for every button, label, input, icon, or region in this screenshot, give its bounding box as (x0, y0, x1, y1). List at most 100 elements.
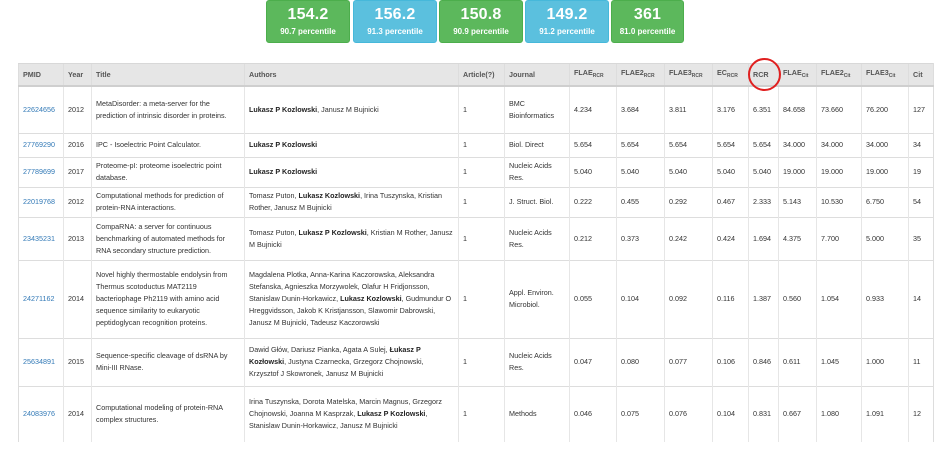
col-header-flae2-rcr[interactable]: FLAE2RCR (616, 63, 665, 87)
flae2-cit-cell: 1.045 (816, 337, 862, 386)
col-header-pmid[interactable]: PMID (18, 63, 64, 87)
flae3-cit-cell: 1.091 (861, 385, 909, 442)
col-header-year[interactable]: Year (63, 63, 92, 87)
col-header-flae-cit[interactable]: FLAECit (778, 63, 817, 87)
cit-cell: 127 (908, 85, 934, 133)
flae-rcr-cell: 0.222 (569, 186, 617, 217)
flae2-cit-cell: 1.080 (816, 385, 862, 442)
flae-cit-cell: 5.143 (778, 186, 817, 217)
flae-cit-cell: 0.560 (778, 259, 817, 338)
ec-rcr-cell: 0.106 (712, 337, 749, 386)
year-cell: 2015 (63, 337, 92, 386)
col-header-ec-rcr[interactable]: ECRCR (712, 63, 749, 87)
pmid-cell: 22624656 (18, 85, 64, 133)
stat-percentile: 81.0 percentile (619, 27, 676, 36)
flae2-rcr-cell: 5.654 (616, 132, 665, 157)
ec-rcr-cell: 0.424 (712, 216, 749, 260)
flae3-rcr-cell: 5.040 (664, 156, 713, 187)
flae2-cit-cell: 1.054 (816, 259, 862, 338)
author-text: Dawid Głów, Dariusz Pianka, Agata A Sule… (249, 345, 390, 354)
flae-cit-cell: 19.000 (778, 156, 817, 187)
col-header-journal[interactable]: Journal (504, 63, 570, 87)
flae3-cit-cell: 5.000 (861, 216, 909, 260)
pmid-link[interactable]: 27769290 (23, 140, 55, 149)
table-row: 24083976 2014 Computational modeling of pr… (18, 385, 934, 442)
ec-rcr-cell: 5.040 (712, 156, 749, 187)
flae3-cit-cell: 6.750 (861, 186, 909, 217)
rcr-cell: 1.387 (748, 259, 779, 338)
highlighted-author: Lukasz Kozlowski (340, 294, 402, 303)
journal-cell: Nucleic Acids Res. (504, 216, 570, 260)
flae2-cit-cell: 73.660 (816, 85, 862, 133)
col-header-flae3-cit[interactable]: FLAE3Cit (861, 63, 909, 87)
flae3-rcr-cell: 0.092 (664, 259, 713, 338)
pmid-cell: 27769290 (18, 132, 64, 157)
pmid-link[interactable]: 24083976 (23, 409, 55, 418)
ec-rcr-cell: 0.467 (712, 186, 749, 217)
article-cell: 1 (458, 132, 505, 157)
pmid-link[interactable]: 23435231 (23, 234, 55, 243)
authors-cell: Lukasz P Kozlowski (244, 156, 459, 187)
authors-cell: Lukasz P Kozlowski, Janusz M Bujnicki (244, 85, 459, 133)
rcr-cell: 6.351 (748, 85, 779, 133)
article-cell: 1 (458, 385, 505, 442)
ec-rcr-cell: 0.104 (712, 385, 749, 442)
flae-cit-cell: 4.375 (778, 216, 817, 260)
pmid-cell: 24083976 (18, 385, 64, 442)
table-row: 22019768 2012 Computational methods for pr… (18, 186, 934, 217)
col-header-title[interactable]: Title (91, 63, 245, 87)
publications-table: PMID Year Title Authors Article(?) Journ… (18, 63, 934, 442)
rcr-cell: 5.654 (748, 132, 779, 157)
year-cell: 2012 (63, 186, 92, 217)
rcr-highlight-circle (748, 58, 781, 91)
title-cell: MetaDisorder: a meta-server for the pred… (91, 85, 245, 133)
flae-rcr-cell: 4.234 (569, 85, 617, 133)
table-row: 27789699 2017 Proteome-pI: proteome isoele… (18, 156, 934, 187)
pmid-link[interactable]: 27789699 (23, 167, 55, 176)
ec-rcr-cell: 3.176 (712, 85, 749, 133)
flae2-rcr-cell: 0.080 (616, 337, 665, 386)
cit-cell: 11 (908, 337, 934, 386)
stat-box-4: 149.2 91.2 percentile (525, 0, 609, 43)
table-row: 22624656 2012 MetaDisorder: a meta-server … (18, 85, 934, 133)
col-header-authors[interactable]: Authors (244, 63, 459, 87)
col-header-flae-rcr[interactable]: FLAERCR (569, 63, 617, 87)
year-cell: 2012 (63, 85, 92, 133)
highlighted-author: Lukasz P Kozlowski (249, 167, 318, 176)
article-cell: 1 (458, 186, 505, 217)
pmid-cell: 25634891 (18, 337, 64, 386)
article-cell: 1 (458, 259, 505, 338)
flae3-rcr-cell: 0.242 (664, 216, 713, 260)
flae2-rcr-cell: 5.040 (616, 156, 665, 187)
cit-cell: 54 (908, 186, 934, 217)
highlighted-author: Lukasz Kozlowski (298, 191, 361, 200)
journal-cell: Nucleic Acids Res. (504, 156, 570, 187)
title-cell: Sequence-specific cleavage of dsRNA by M… (91, 337, 245, 386)
year-cell: 2016 (63, 132, 92, 157)
pmid-link[interactable]: 22624656 (23, 105, 55, 114)
stat-box-1: 154.2 90.7 percentile (266, 0, 350, 43)
rcr-cell: 0.831 (748, 385, 779, 442)
pmid-link[interactable]: 24271162 (23, 294, 54, 303)
flae-cit-cell: 0.667 (778, 385, 817, 442)
stat-value: 361 (633, 6, 662, 23)
stat-box-3: 150.8 90.9 percentile (439, 0, 523, 43)
col-header-flae2-cit[interactable]: FLAE2Cit (816, 63, 862, 87)
stat-percentile: 90.7 percentile (280, 27, 336, 36)
flae2-cit-cell: 7.700 (816, 216, 862, 260)
col-header-cit[interactable]: Cit (908, 63, 934, 87)
pmid-link[interactable]: 22019768 (23, 197, 55, 206)
pmid-link[interactable]: 25634891 (23, 357, 55, 366)
rcr-cell: 5.040 (748, 156, 779, 187)
pmid-cell: 24271162 (18, 259, 64, 338)
flae-rcr-cell: 5.654 (569, 132, 617, 157)
authors-cell: Magdalena Plotka, Anna-Karina Kaczorowsk… (244, 259, 459, 338)
col-header-flae3-rcr[interactable]: FLAE3RCR (664, 63, 713, 87)
article-cell: 1 (458, 156, 505, 187)
rcr-cell: 2.333 (748, 186, 779, 217)
flae-rcr-cell: 0.055 (569, 259, 617, 338)
stats-bar: 154.2 90.7 percentile 156.2 91.3 percent… (0, 0, 950, 45)
col-header-article[interactable]: Article(?) (458, 63, 505, 87)
flae-cit-cell: 0.611 (778, 337, 817, 386)
flae3-rcr-cell: 0.076 (664, 385, 713, 442)
